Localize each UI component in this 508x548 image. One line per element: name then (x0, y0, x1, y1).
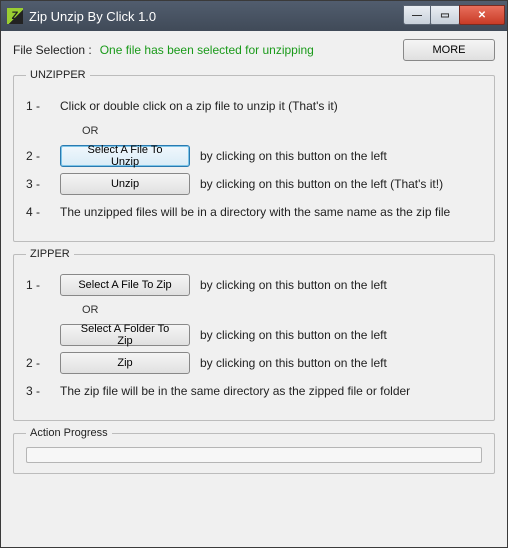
zipper-step-1b: Select A Folder To Zip by clicking on th… (26, 324, 482, 346)
unzip-button[interactable]: Unzip (60, 173, 190, 195)
window-title: Zip Unzip By Click 1.0 (29, 9, 404, 24)
step-number: 2 - (26, 356, 50, 370)
progress-legend: Action Progress (26, 427, 112, 439)
step-number: 3 - (26, 384, 50, 398)
progress-fieldset: Action Progress (13, 427, 495, 474)
step-number: 3 - (26, 177, 50, 191)
step-text: by clicking on this button on the left (200, 149, 387, 163)
step-number: 4 - (26, 205, 50, 219)
step-text: by clicking on this button on the left (200, 278, 387, 292)
step-text: by clicking on this button on the left (200, 356, 387, 370)
unzipper-legend: UNZIPPER (26, 69, 90, 81)
unzipper-step-2: 2 - Select A File To Unzip by clicking o… (26, 145, 482, 167)
client-area: File Selection : One file has been selec… (1, 31, 507, 547)
unzipper-group: UNZIPPER 1 - Click or double click on a … (13, 69, 495, 242)
or-label: OR (82, 302, 482, 318)
step-number: 2 - (26, 149, 50, 163)
progress-group: Action Progress (13, 427, 495, 474)
maximize-button[interactable]: ▭ (430, 5, 460, 25)
zipper-step-1a: 1 - Select A File To Zip by clicking on … (26, 274, 482, 296)
unzipper-step-4: 4 - The unzipped files will be in a dire… (26, 201, 482, 223)
step-number: 1 - (26, 278, 50, 292)
unzipper-step-3: 3 - Unzip by clicking on this button on … (26, 173, 482, 195)
step-text: The zip file will be in the same directo… (60, 384, 410, 398)
unzipper-step-1: 1 - Click or double click on a zip file … (26, 95, 482, 117)
step-text: The unzipped files will be in a director… (60, 205, 450, 219)
step-text: Click or double click on a zip file to u… (60, 99, 338, 113)
zipper-step-2: 2 - Zip by clicking on this button on th… (26, 352, 482, 374)
zipper-legend: ZIPPER (26, 248, 74, 260)
file-selection-label: File Selection : (13, 43, 92, 57)
minimize-button[interactable]: — (403, 5, 431, 25)
step-number: 1 - (26, 99, 50, 113)
selection-status: One file has been selected for unzipping (100, 43, 395, 57)
close-button[interactable]: ✕ (459, 5, 505, 25)
app-window: Z Zip Unzip By Click 1.0 — ▭ ✕ File Sele… (0, 0, 508, 548)
zipper-step-3: 3 - The zip file will be in the same dir… (26, 380, 482, 402)
step-text: by clicking on this button on the left (200, 328, 387, 342)
header-row: File Selection : One file has been selec… (13, 39, 495, 61)
window-controls: — ▭ ✕ (404, 6, 505, 26)
select-file-zip-button[interactable]: Select A File To Zip (60, 274, 190, 296)
more-button[interactable]: MORE (403, 39, 495, 61)
progress-bar (26, 447, 482, 463)
app-icon: Z (7, 8, 23, 24)
titlebar: Z Zip Unzip By Click 1.0 — ▭ ✕ (1, 1, 507, 31)
select-folder-zip-button[interactable]: Select A Folder To Zip (60, 324, 190, 346)
zipper-group: ZIPPER 1 - Select A File To Zip by click… (13, 248, 495, 421)
or-label: OR (82, 123, 482, 139)
zip-button[interactable]: Zip (60, 352, 190, 374)
select-file-unzip-button[interactable]: Select A File To Unzip (60, 145, 190, 167)
step-text: by clicking on this button on the left (… (200, 177, 443, 191)
